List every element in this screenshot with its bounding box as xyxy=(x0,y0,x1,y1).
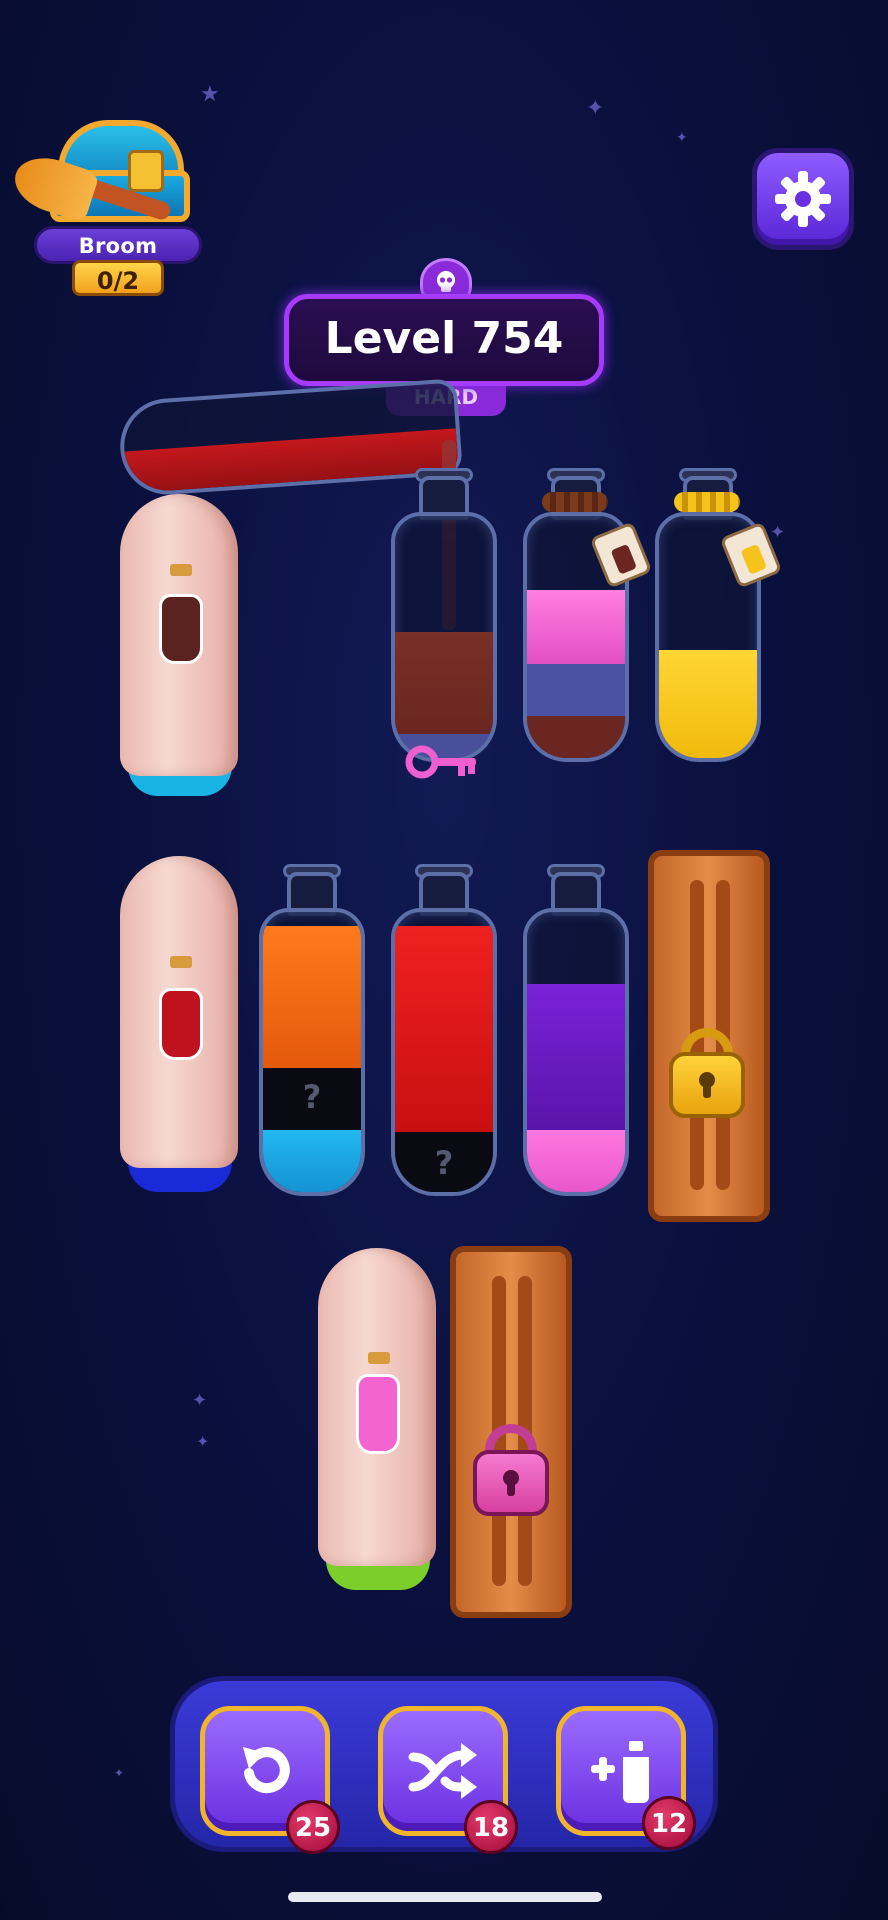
settings-button[interactable] xyxy=(752,148,854,250)
shuffle-icon xyxy=(408,1743,477,1799)
padlock-icon xyxy=(473,1450,549,1516)
add-tube-count-badge: 12 xyxy=(642,1796,696,1850)
streak-title: Broom Streak xyxy=(34,226,202,292)
hint-bottle-icon xyxy=(159,594,203,664)
mini-cork xyxy=(368,1352,390,1364)
rope-tie xyxy=(542,492,608,512)
tube-body xyxy=(523,908,629,1196)
key-icon xyxy=(404,742,484,790)
mini-cork xyxy=(170,564,192,576)
hidden-layer-mark: ? xyxy=(434,1144,454,1182)
star-decoration: ✦ xyxy=(196,1432,210,1451)
tube-body xyxy=(391,512,497,762)
add-bottle-icon xyxy=(591,1741,649,1803)
hint-bottle-icon xyxy=(356,1374,400,1454)
level-title: Level 754 xyxy=(284,294,604,386)
gear-icon xyxy=(775,171,831,227)
tube-body: ? xyxy=(391,908,497,1196)
streak-progress: 0/2 xyxy=(72,260,164,296)
star-decoration: ✦ xyxy=(192,1390,208,1411)
star-decoration: ✦ xyxy=(770,522,786,543)
hint-bottle-icon xyxy=(159,988,203,1060)
shuffle-count-badge: 18 xyxy=(464,1800,518,1854)
padlock-icon xyxy=(669,1052,745,1118)
star-decoration: ★ xyxy=(200,82,220,107)
undo-count-badge: 25 xyxy=(286,1800,340,1854)
star-decoration: ✦ xyxy=(676,130,688,146)
star-decoration: ✦ xyxy=(114,1766,125,1780)
home-indicator[interactable] xyxy=(288,1892,602,1902)
undo-icon xyxy=(243,1747,290,1794)
mini-cork xyxy=(170,956,192,968)
star-decoration: ✦ xyxy=(586,96,605,121)
tube-body: ? xyxy=(259,908,365,1196)
rope-tie xyxy=(674,492,740,512)
pouring-tube xyxy=(117,378,463,498)
chest-lock-icon xyxy=(128,150,164,192)
hidden-layer-mark: ? xyxy=(302,1078,322,1116)
